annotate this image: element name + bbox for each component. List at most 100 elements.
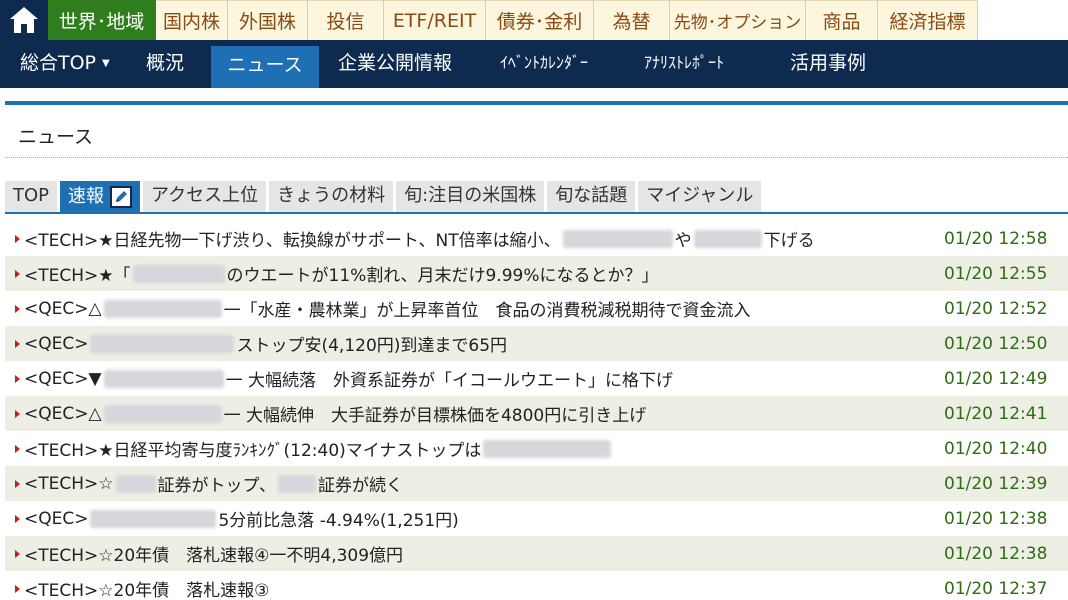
arrow-right-icon — [15, 339, 20, 348]
headline-text: <TECH>★「 — [24, 266, 131, 286]
news-list: <TECH>★日経先物一下げ渋り、転換線がサポート、NT倍率は縮小、 や 下げる 0… — [5, 221, 1068, 600]
news-timestamp: 01/20 12:41 — [944, 403, 1048, 424]
tabs-divider — [5, 212, 1068, 214]
news-row[interactable]: <QEC>△ 一「水産・農林業」が上昇率首位 食品の消費税減税期待で資金流入 01… — [5, 291, 1068, 326]
arrow-right-icon — [15, 234, 20, 243]
subnav-event-calendar[interactable]: ｲﾍﾞﾝﾄｶﾚﾝﾀﾞｰ — [500, 40, 588, 88]
headline-text: <TECH>☆20年債 落札速報③ — [24, 581, 270, 600]
tab-access-ranking[interactable]: アクセス上位 — [143, 181, 267, 213]
headline-text: 下げる — [763, 231, 815, 251]
headline-text: 5分前比急落 -4.94%(1,251円) — [218, 511, 459, 531]
headline-text: <TECH>☆ — [24, 473, 114, 494]
redacted-text — [103, 369, 224, 388]
news-headline[interactable]: <QEC> 5分前比急落 -4.94%(1,251円) — [24, 506, 459, 532]
news-row[interactable]: <TECH>☆20年債 落札速報④一不明4,309億円 01/20 12:38 — [5, 536, 1068, 571]
redacted-text — [562, 229, 673, 248]
redacted-text — [103, 299, 222, 318]
subnav-overview[interactable]: 概況 — [146, 40, 184, 88]
news-headline[interactable]: <TECH>★日経先物一下げ渋り、転換線がサポート、NT倍率は縮小、 や 下げる — [24, 226, 815, 251]
news-row[interactable]: <QEC> 5分前比急落 -4.94%(1,251円) 01/20 12:38 — [5, 501, 1068, 536]
top-category-nav: 世界･地域 国内株 外国株 投信 ETF/REIT 債券･金利 為替 先物･オプ… — [0, 0, 1068, 40]
news-row[interactable]: <TECH>★日経平均寄与度ﾗﾝｷﾝｸﾞ(12:40)マイナストップは 01/2… — [5, 431, 1068, 466]
news-row[interactable]: <TECH>☆ 証券がトップ、 証券が続く 01/20 12:39 — [5, 466, 1068, 501]
headline-text: 証券がトップ、 — [157, 476, 277, 496]
arrow-right-icon — [15, 269, 20, 278]
header-divider — [5, 101, 1068, 105]
news-headline[interactable]: <TECH>★「 のウエートが11%割れ、月末だけ9.99%になるとか？」 — [24, 261, 658, 286]
news-timestamp: 01/20 12:52 — [944, 298, 1048, 319]
news-row[interactable]: <TECH>★日経先物一下げ渋り、転換線がサポート、NT倍率は縮小、 や 下げる 0… — [5, 221, 1068, 256]
news-row[interactable]: <TECH>☆20年債 落札速報③ 01/20 12:37 — [5, 571, 1068, 600]
nav-etf-reit[interactable]: ETF/REIT — [384, 0, 486, 40]
news-headline[interactable]: <QEC>△ 一「水産・農林業」が上昇率首位 食品の消費税減税期待で資金流入 — [24, 296, 751, 322]
redacted-text — [103, 404, 222, 423]
tab-my-genre[interactable]: マイジャンル — [638, 181, 762, 213]
nav-forex[interactable]: 為替 — [594, 0, 670, 40]
news-headline[interactable]: <QEC>▼ 一 大幅続落 外資系証券が「イコールウエート」に格下げ — [24, 366, 673, 392]
tab-breaking[interactable]: 速報 — [60, 181, 141, 213]
page-title: ニュース — [18, 126, 94, 148]
subnav-analyst-report[interactable]: ｱﾅﾘｽﾄﾚﾎﾟｰﾄ — [644, 40, 724, 88]
redacted-text — [90, 509, 217, 528]
arrow-right-icon — [15, 444, 20, 453]
redacted-text — [132, 264, 225, 283]
nav-bonds-rates[interactable]: 債券･金利 — [486, 0, 594, 40]
news-headline[interactable]: <TECH>☆20年債 落札速報③ — [24, 576, 269, 600]
nav-world-region[interactable]: 世界･地域 — [48, 0, 156, 40]
news-headline[interactable]: <TECH>★日経平均寄与度ﾗﾝｷﾝｸﾞ(12:40)マイナストップは — [24, 436, 613, 461]
headline-text: <QEC>▼ — [24, 368, 102, 389]
caret-down-icon: ▼ — [102, 58, 110, 69]
nav-spacer — [978, 0, 1068, 40]
arrow-right-icon — [15, 409, 20, 418]
news-row[interactable]: <TECH>★「 のウエートが11%割れ、月末だけ9.99%になるとか？」 01/… — [5, 256, 1068, 291]
headline-text: <TECH>☆20年債 落札速報④一不明4,309億円 — [24, 546, 404, 566]
nav-domestic-stocks[interactable]: 国内株 — [156, 0, 228, 40]
headline-text: 一 大幅続伸 大手証券が目標株価を4800円に引き上げ — [223, 406, 647, 426]
headline-text: のウエートが11%割れ、月末だけ9.99%になるとか？」 — [226, 266, 659, 286]
nav-economic-indicators[interactable]: 経済指標 — [878, 0, 978, 40]
news-timestamp: 01/20 12:55 — [944, 263, 1048, 284]
news-timestamp: 01/20 12:40 — [944, 438, 1048, 459]
arrow-right-icon — [15, 479, 20, 488]
nav-foreign-stocks[interactable]: 外国株 — [228, 0, 308, 40]
headline-text: や — [674, 231, 692, 251]
tab-todays-materials[interactable]: きょうの材料 — [269, 181, 394, 213]
headline-text: <QEC>△ — [24, 403, 102, 424]
news-headline[interactable]: <QEC>△ 一 大幅続伸 大手証券が目標株価を4800円に引き上げ — [24, 401, 647, 427]
news-timestamp: 01/20 12:37 — [944, 578, 1048, 599]
news-timestamp: 01/20 12:39 — [944, 473, 1048, 494]
news-headline[interactable]: <QEC> ストップ安(4,120円)到達まで65円 — [24, 331, 507, 357]
subnav-overall-top[interactable]: 総合TOP ▼ — [20, 40, 110, 88]
news-row[interactable]: <QEC> ストップ安(4,120円)到達まで65円 01/20 12:50 — [5, 326, 1068, 361]
news-headline[interactable]: <TECH>☆20年債 落札速報④一不明4,309億円 — [24, 541, 403, 566]
arrow-right-icon — [15, 374, 20, 383]
tab-us-stocks[interactable]: 旬:注目の米国株 — [396, 181, 545, 213]
subnav-overall-top-label: 総合TOP — [20, 52, 97, 74]
redacted-text — [278, 474, 317, 493]
subnav-news[interactable]: ニュース — [211, 46, 319, 88]
subnav-use-cases[interactable]: 活用事例 — [790, 40, 866, 88]
tab-top[interactable]: TOP — [5, 181, 58, 213]
headline-text: <TECH>★日経平均寄与度ﾗﾝｷﾝｸﾞ(12:40)マイナストップは — [24, 441, 482, 461]
news-headline[interactable]: <TECH>☆ 証券がトップ、 証券が続く — [24, 471, 404, 497]
headline-text: 証券が続く — [318, 476, 404, 496]
tab-hot-topics[interactable]: 旬な話題 — [547, 181, 636, 213]
news-row[interactable]: <QEC>▼ 一 大幅続落 外資系証券が「イコールウエート」に格下げ 01/20 … — [5, 361, 1068, 396]
arrow-right-icon — [15, 549, 20, 558]
home-button[interactable] — [0, 0, 48, 40]
redacted-text — [90, 334, 235, 353]
redacted-text — [693, 229, 762, 248]
headline-text: <QEC>△ — [24, 298, 102, 319]
subnav-corporate-disclosure[interactable]: 企業公開情報 — [338, 40, 452, 88]
redacted-text — [483, 439, 612, 458]
redacted-text — [115, 474, 156, 493]
nav-investment-trusts[interactable]: 投信 — [308, 0, 384, 40]
nav-commodities[interactable]: 商品 — [806, 0, 878, 40]
news-row[interactable]: <QEC>△ 一 大幅続伸 大手証券が目標株価を4800円に引き上げ 01/20 … — [5, 396, 1068, 431]
home-icon — [10, 7, 38, 33]
nav-futures-options[interactable]: 先物･オプション — [670, 0, 806, 40]
headline-text: <QEC> — [24, 508, 89, 529]
arrow-right-icon — [15, 584, 20, 593]
sub-nav: 総合TOP ▼ 概況 ニュース 企業公開情報 ｲﾍﾞﾝﾄｶﾚﾝﾀﾞｰ ｱﾅﾘｽﾄﾚ… — [0, 40, 1068, 88]
arrow-right-icon — [15, 514, 20, 523]
